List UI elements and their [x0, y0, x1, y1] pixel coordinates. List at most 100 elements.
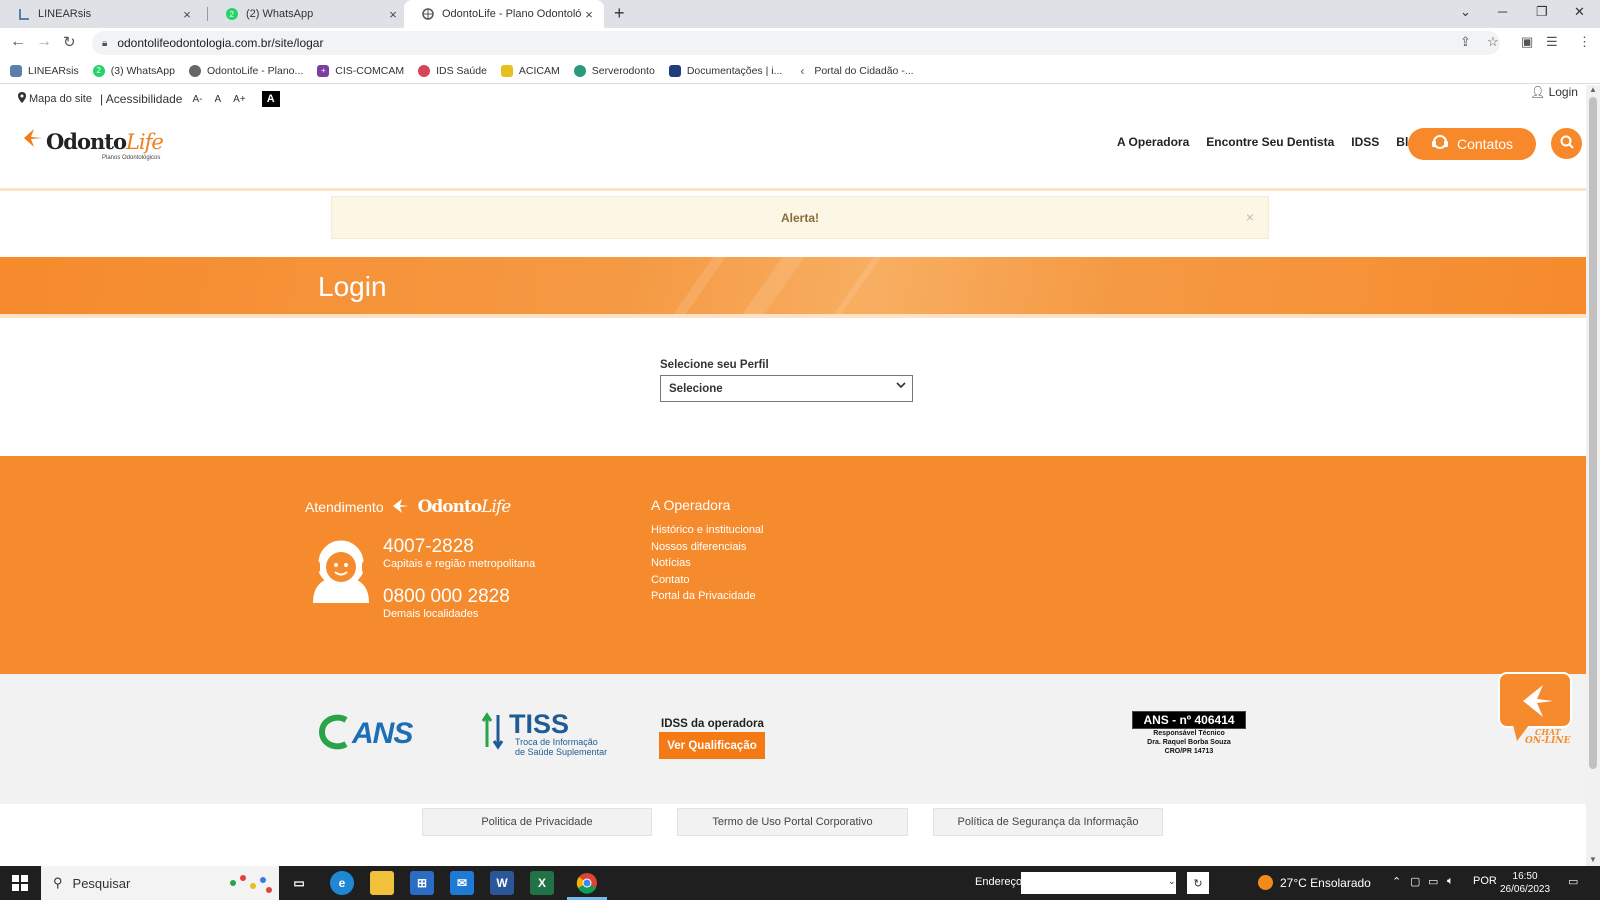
login-link-label: Login	[1548, 85, 1578, 99]
bookmark-whatsapp[interactable]: 2 (3) WhatsApp	[92, 64, 175, 77]
edge-browser-icon[interactable]: e	[330, 871, 354, 895]
search-button[interactable]	[1551, 128, 1582, 159]
close-tab-icon[interactable]: ×	[582, 7, 596, 22]
chat-online-widget[interactable]: CHAT ON-LINE	[1497, 671, 1573, 749]
close-window-icon[interactable]: ✕	[1574, 4, 1585, 20]
volume-icon[interactable]: 🔈︎	[1447, 875, 1454, 888]
minimize-icon[interactable]: ─	[1498, 4, 1507, 19]
new-tab-button[interactable]: +	[614, 3, 625, 24]
nav-idss[interactable]: IDSS	[1351, 135, 1379, 149]
chevron-up-icon[interactable]: ⌃	[1392, 875, 1401, 888]
scroll-up-icon[interactable]: ▲	[1589, 85, 1597, 94]
page-viewport: Mapa do site | Acessibilidade A- A A+ A …	[0, 85, 1586, 866]
menu-kebab-icon[interactable]: ⋮	[1578, 34, 1591, 50]
address-toolbar-input[interactable]	[1021, 872, 1176, 894]
bookmark-star-icon[interactable]: ☆	[1487, 34, 1499, 50]
close-tab-icon[interactable]: ×	[386, 7, 400, 22]
odontolife-logo[interactable]: OdontoLife Planos Odontológicos	[22, 127, 164, 161]
bookmark-odontolife[interactable]: OdontoLife - Plano...	[188, 64, 303, 77]
profile-select[interactable]: Selecione	[660, 375, 913, 402]
share-icon[interactable]: ⇪	[1460, 34, 1471, 50]
word-icon[interactable]: W	[490, 871, 514, 895]
font-decrease-button[interactable]: A-	[192, 94, 202, 105]
bookmark-serverodonto[interactable]: Serverodonto	[573, 64, 655, 77]
contatos-label: Contatos	[1456, 136, 1514, 152]
terms-of-use-link[interactable]: Termo de Uso Portal Corporativo	[677, 808, 908, 836]
profile-select-label: Selecione seu Perfil	[660, 359, 769, 371]
lock-icon: 🔒︎	[102, 37, 108, 49]
chevron-down-icon[interactable]: ⌄	[1168, 876, 1176, 887]
footer-link-noticias[interactable]: Notícias	[651, 557, 691, 569]
cis-icon: +	[317, 64, 330, 77]
footer-link-contato[interactable]: Contato	[651, 574, 690, 586]
bookmark-label: Portal do Cidadão -...	[814, 64, 914, 77]
scroll-down-icon[interactable]: ▼	[1589, 855, 1597, 864]
system-clock[interactable]: 16:50 26/06/2023	[1500, 870, 1550, 896]
back-icon[interactable]: ←	[10, 33, 26, 51]
mail-icon[interactable]: ✉	[450, 871, 474, 895]
side-panel-icon[interactable]: ▣	[1521, 34, 1533, 50]
footer-link-diferenciais[interactable]: Nossos diferenciais	[651, 541, 746, 553]
atendimento-heading: Atendimento OdontoLife	[305, 497, 511, 517]
file-explorer-icon[interactable]	[370, 871, 394, 895]
logo-text: OdontoLife	[46, 129, 164, 154]
font-increase-button[interactable]: A+	[233, 94, 246, 105]
font-normal-button[interactable]: A	[214, 94, 221, 105]
address-go-icon[interactable]: ↻	[1187, 872, 1209, 894]
restore-icon[interactable]: ❐	[1536, 4, 1548, 20]
scrollbar-thumb[interactable]	[1589, 97, 1597, 769]
bookmark-documentacoes[interactable]: Documentações | i...	[668, 64, 782, 77]
security-policy-link[interactable]: Política de Segurança da Informação	[933, 808, 1163, 836]
bookmark-portal-cidadao[interactable]: ‹ Portal do Cidadão -...	[796, 64, 914, 78]
tab-linearsis[interactable]: LINEARsis ×	[0, 0, 202, 28]
ver-qualificacao-button[interactable]: Ver Qualificação	[659, 732, 765, 759]
page-scrollbar[interactable]: ▲ ▼	[1586, 85, 1600, 866]
high-contrast-button[interactable]: A	[261, 91, 280, 107]
microsoft-store-icon[interactable]: ⊞	[410, 871, 434, 895]
ans-logo[interactable]: ANS	[318, 714, 413, 753]
profile-select-value: Selecione	[669, 382, 723, 395]
meet-icon[interactable]: ▢	[1410, 875, 1420, 888]
bookmark-linearsis[interactable]: LINEARsis	[10, 64, 79, 77]
tab-odontolife[interactable]: OdontoLife - Plano Odontológico ×	[404, 0, 604, 28]
profile-avatar-icon[interactable]: ☰	[1546, 34, 1558, 50]
network-icon[interactable]: ▭	[1428, 875, 1438, 888]
task-view-icon[interactable]: ▭	[287, 871, 311, 895]
url-field[interactable]: 🔒︎ odontolifeodontologia.com.br/site/log…	[92, 31, 1500, 55]
sitemap-link[interactable]: Mapa do site	[29, 93, 92, 105]
close-tab-icon[interactable]: ×	[180, 7, 194, 22]
tiss-subtitle-1: Troca de Informação	[515, 737, 598, 747]
tab-whatsapp[interactable]: 2 (2) WhatsApp ×	[208, 0, 408, 28]
footer-link-privacidade[interactable]: Portal da Privacidade	[651, 590, 756, 602]
tab-search-chevron-icon[interactable]: ⌄	[1460, 4, 1471, 20]
privacy-policy-link[interactable]: Politica de Privacidade	[422, 808, 652, 836]
nav-a-operadora[interactable]: A Operadora	[1117, 135, 1189, 149]
bookmark-cis-comcam[interactable]: + CIS-COMCAM	[317, 64, 404, 77]
policy-links-bar: Politica de Privacidade Termo de Uso Por…	[0, 804, 1586, 866]
reload-icon[interactable]: ↻	[63, 33, 76, 51]
ids-icon	[418, 64, 431, 77]
chrome-icon[interactable]	[575, 871, 599, 895]
windows-start-button[interactable]	[0, 866, 40, 900]
contatos-button[interactable]: Contatos	[1408, 128, 1536, 160]
alert-close-button[interactable]: ×	[1246, 209, 1254, 225]
linearsis-icon	[18, 8, 30, 20]
bookmark-label: IDS Saúde	[436, 64, 487, 77]
login-link[interactable]: 👤︎ Login	[1530, 85, 1578, 99]
ans-registration-number: ANS - nº 406414	[1132, 711, 1246, 729]
tiss-logo[interactable]: TISS Troca de Informação de Saúde Suplem…	[481, 711, 607, 759]
forward-icon[interactable]: →	[36, 33, 52, 51]
phone-number-2-description: Demais localidades	[383, 608, 479, 620]
footer-link-historico[interactable]: Histórico e institucional	[651, 524, 764, 536]
taskbar-search-box[interactable]: ⚲ Pesquisar	[41, 866, 279, 900]
bookmark-acicam[interactable]: ACICAM	[500, 64, 560, 77]
bookmark-ids-saude[interactable]: IDS Saúde	[418, 64, 487, 77]
odontolife-mark-icon	[22, 127, 44, 155]
weather-widget[interactable]: 27°C Ensolarado	[1258, 875, 1371, 890]
browser-tab-bar: LINEARsis × 2 (2) WhatsApp × OdontoLife …	[0, 0, 1600, 28]
nav-encontre-seu-dentista[interactable]: Encontre Seu Dentista	[1206, 135, 1334, 149]
notifications-icon[interactable]: ▭	[1568, 875, 1578, 888]
excel-icon[interactable]: X	[530, 871, 554, 895]
footer-partners-section: ANS TISS Troca de Informação de Saúde Su…	[0, 674, 1586, 804]
language-indicator[interactable]: POR	[1473, 875, 1497, 887]
